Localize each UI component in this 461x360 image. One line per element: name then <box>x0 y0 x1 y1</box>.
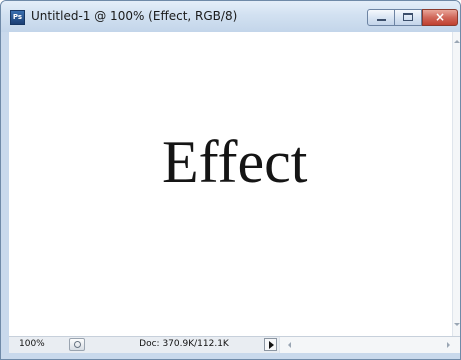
document-canvas[interactable]: Effect <box>9 32 452 336</box>
photoshop-icon[interactable]: Ps <box>10 10 25 25</box>
vertical-scrollbar[interactable] <box>452 32 460 336</box>
scroll-left-icon[interactable] <box>288 342 291 348</box>
status-bar: 100% Doc: 370.9K/112.1K <box>9 336 460 353</box>
title-bar[interactable]: Ps Untitled-1 @ 100% (Effect, RGB/8) × <box>1 1 460 32</box>
document-size-info: Doc: 370.9K/112.1K <box>139 339 229 349</box>
scroll-up-icon[interactable] <box>454 40 460 43</box>
horizontal-scrollbar[interactable] <box>279 337 460 353</box>
scroll-down-icon[interactable] <box>454 323 460 326</box>
zoom-level-field[interactable]: 100% <box>19 339 59 349</box>
document-info-button[interactable] <box>69 338 85 351</box>
window-title: Untitled-1 @ 100% (Effect, RGB/8) <box>31 9 238 23</box>
minimize-button[interactable] <box>367 9 395 26</box>
maximize-icon <box>403 13 413 21</box>
info-icon <box>74 341 81 348</box>
maximize-button[interactable] <box>395 9 422 26</box>
scroll-right-icon[interactable] <box>447 342 450 348</box>
canvas-text-layer: Effect <box>162 129 308 195</box>
minimize-icon <box>377 19 386 21</box>
close-icon: × <box>434 10 446 24</box>
status-menu-button[interactable] <box>264 338 277 351</box>
close-button[interactable]: × <box>422 9 458 26</box>
document-window: Ps Untitled-1 @ 100% (Effect, RGB/8) × E… <box>0 0 461 360</box>
play-arrow-icon <box>269 341 274 349</box>
